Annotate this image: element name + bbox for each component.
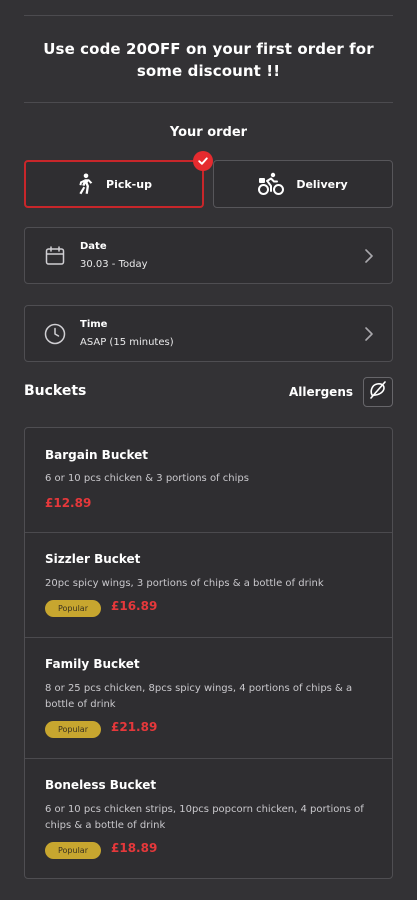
popular-badge: Popular	[45, 721, 101, 738]
item-name: Family Bucket	[45, 657, 140, 671]
calendar-icon	[44, 245, 66, 267]
section-title-buckets: Buckets	[24, 383, 87, 399]
time-title: Time	[80, 319, 108, 330]
chevron-right-icon	[364, 248, 374, 268]
time-value: ASAP (15 minutes)	[80, 337, 174, 348]
item-price: £12.89	[45, 496, 92, 510]
date-title: Date	[80, 241, 107, 252]
delivery-label: Delivery	[296, 177, 348, 191]
menu-item-list: Bargain Bucket 6 or 10 pcs chicken & 3 p…	[24, 427, 393, 879]
item-description: 6 or 10 pcs chicken & 3 portions of chip…	[45, 473, 249, 484]
item-description: 8 or 25 pcs chicken, 8pcs spicy wings, 4…	[45, 683, 353, 710]
popular-badge: Popular	[45, 842, 101, 859]
menu-item-family-bucket[interactable]: Family Bucket 8 or 25 pcs chicken, 8pcs …	[25, 638, 392, 759]
date-selector[interactable]: Date 30.03 - Today	[24, 227, 393, 284]
item-description: 20pc spicy wings, 3 portions of chips & …	[45, 578, 324, 589]
allergens-label[interactable]: Allergens	[289, 385, 353, 399]
item-name: Sizzler Bucket	[45, 552, 141, 566]
date-value: 30.03 - Today	[80, 259, 148, 270]
top-divider	[24, 15, 393, 16]
pickup-label: Pick-up	[106, 177, 152, 191]
item-price: £18.89	[111, 841, 158, 855]
item-price: £16.89	[111, 599, 158, 613]
menu-item-boneless-bucket[interactable]: Boneless Bucket 6 or 10 pcs chicken stri…	[25, 759, 392, 878]
item-name: Bargain Bucket	[45, 448, 149, 462]
allergens-button[interactable]	[363, 377, 393, 407]
clock-icon	[44, 323, 66, 345]
time-selector[interactable]: Time ASAP (15 minutes)	[24, 305, 393, 362]
delivery-button[interactable]: Delivery	[213, 160, 393, 208]
item-name: Boneless Bucket	[45, 778, 157, 792]
your-order-heading: Your order	[169, 125, 248, 140]
bicycle-delivery-icon	[258, 172, 285, 196]
menu-item-sizzler-bucket[interactable]: Sizzler Bucket 20pc spicy wings, 3 porti…	[25, 533, 392, 638]
menu-item-bargain-bucket[interactable]: Bargain Bucket 6 or 10 pcs chicken & 3 p…	[25, 428, 392, 533]
item-price: £21.89	[111, 720, 158, 734]
pickup-button[interactable]: Pick-up	[24, 160, 204, 208]
promo-divider	[24, 102, 393, 103]
popular-badge: Popular	[45, 600, 101, 617]
promo-banner-text: Use code 20OFF on your first order for s…	[43, 40, 374, 80]
walking-person-icon	[76, 173, 94, 195]
selected-check-icon	[193, 151, 213, 171]
item-description: 6 or 10 pcs chicken strips, 10pcs popcor…	[45, 804, 364, 831]
order-page: Use code 20OFF on your first order for s…	[0, 0, 417, 900]
chevron-right-icon	[364, 326, 374, 346]
allergen-filter-icon	[368, 380, 388, 404]
